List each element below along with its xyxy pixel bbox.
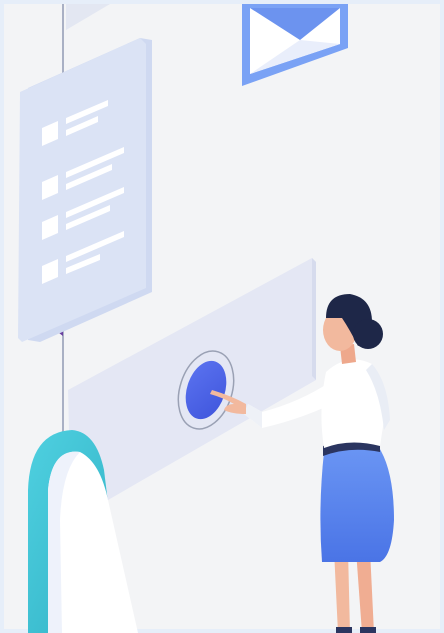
illustration-svg bbox=[0, 0, 444, 633]
woman-skirt bbox=[320, 444, 394, 562]
touch-screen-shadow bbox=[312, 258, 316, 380]
checklist-panel bbox=[18, 38, 152, 342]
illustration-canvas bbox=[0, 0, 444, 633]
